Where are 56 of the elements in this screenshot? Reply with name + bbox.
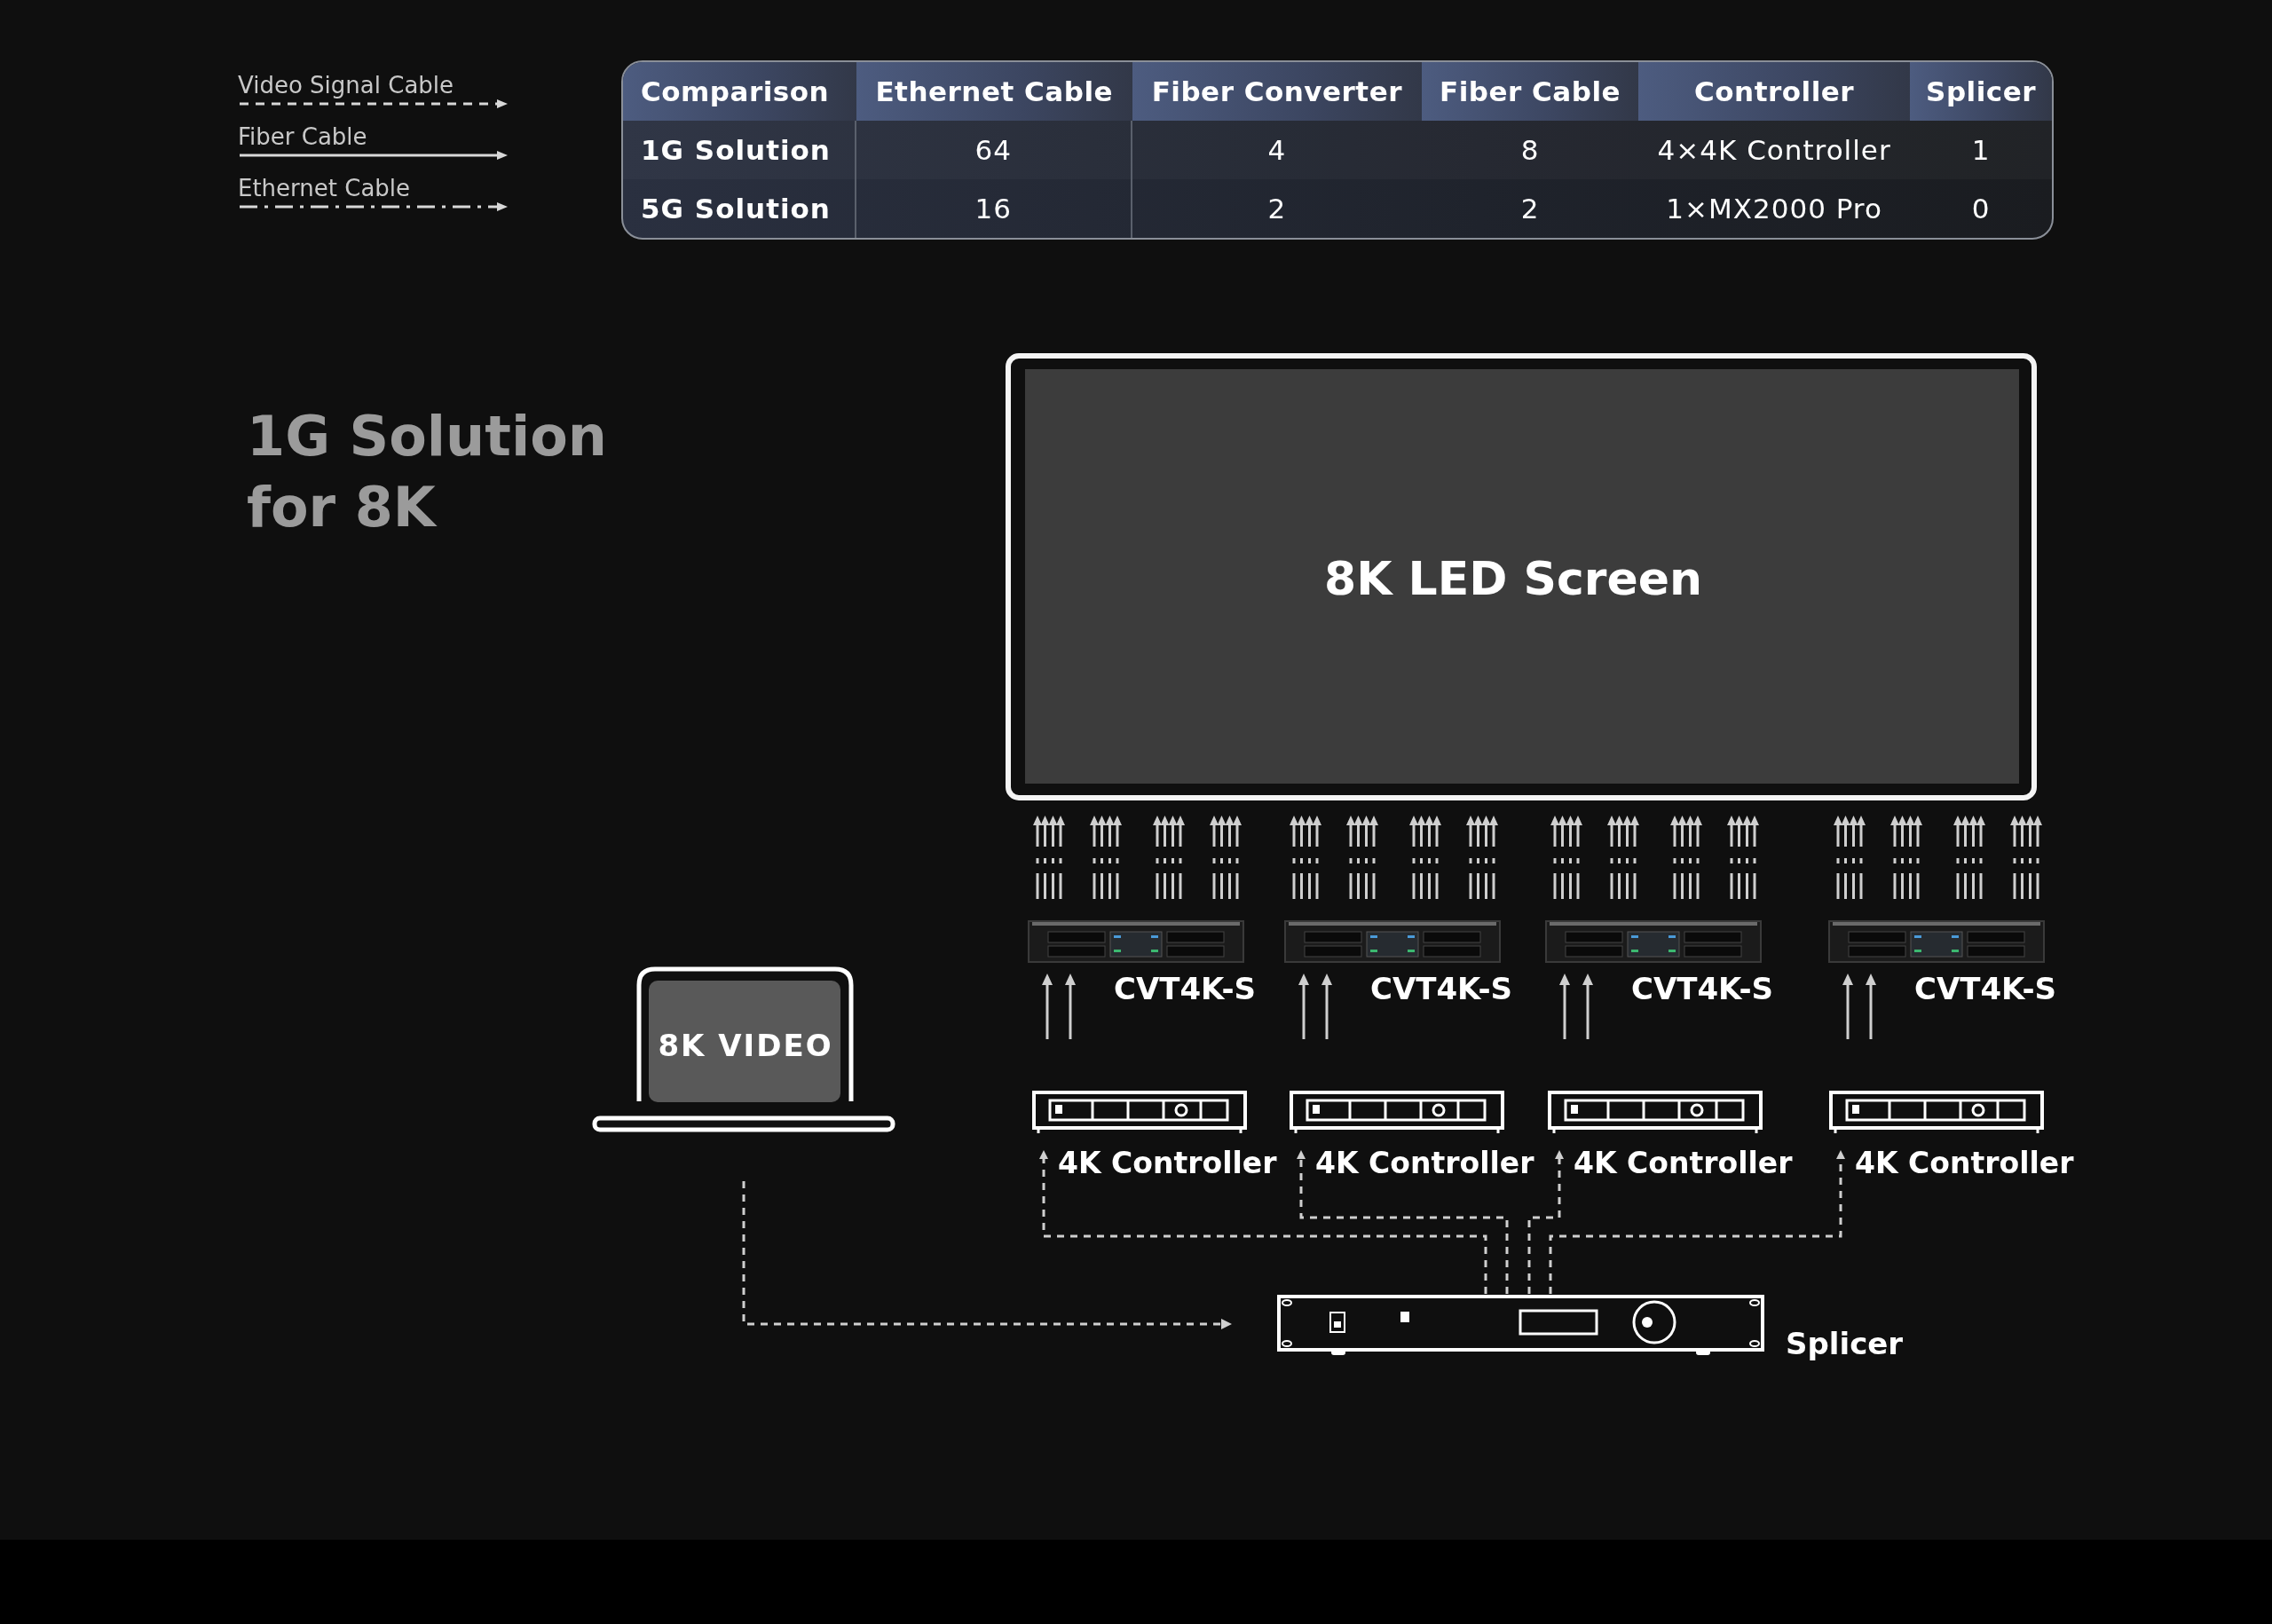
device-label: CVT4K-S bbox=[1370, 971, 1513, 1006]
legend-label: Fiber Cable bbox=[238, 124, 368, 149]
arrow-pair-icon bbox=[1298, 974, 1332, 1039]
arrow-bundle-icon bbox=[1409, 816, 1441, 899]
arrow-bundle-icon bbox=[1550, 816, 1582, 899]
arrow-bundle-icon bbox=[1727, 816, 1759, 899]
device-label: CVT4K-S bbox=[1631, 971, 1774, 1006]
table-cell-text: 2 bbox=[1519, 192, 1541, 226]
table-cell: 4×4K Controller bbox=[1638, 121, 1911, 179]
screen-label: 8K LED Screen bbox=[1324, 552, 1702, 605]
table-cell: 4 bbox=[1132, 121, 1422, 179]
table-cell: 16 bbox=[856, 179, 1132, 238]
table-cell: 5G Solution bbox=[623, 179, 856, 238]
arrow-bundle-icon bbox=[1890, 816, 1922, 899]
table-cell-text: 2 bbox=[1266, 192, 1288, 226]
arrow-bundle-icon bbox=[1670, 816, 1702, 899]
device-label: 4K Controller bbox=[1315, 1146, 1534, 1180]
arrow-bundle-icon bbox=[1210, 816, 1242, 899]
dashed-arrow-icon bbox=[238, 98, 508, 110]
arrow-bundle-icon bbox=[2010, 816, 2042, 899]
table-cell-text: 1×MX2000 Pro bbox=[1665, 192, 1883, 226]
device-label: CVT4K-S bbox=[1114, 971, 1257, 1006]
device-label: 4K Controller bbox=[1058, 1146, 1277, 1180]
device-label: 4K Controller bbox=[1574, 1146, 1793, 1180]
device-label: 4K Controller bbox=[1855, 1146, 2074, 1180]
column-header: Splicer bbox=[1910, 62, 2052, 121]
legend-label: Video Signal Cable bbox=[238, 73, 455, 98]
arrow-bundle-icon bbox=[1834, 816, 1866, 899]
arrow-bundle-icon bbox=[1607, 816, 1639, 899]
legend-label: Ethernet Cable bbox=[238, 176, 412, 201]
device-label: CVT4K-S bbox=[1914, 971, 2057, 1006]
table-cell: 1G Solution bbox=[623, 121, 856, 179]
arrow-pair-icon bbox=[1842, 974, 1876, 1039]
table-cell-text: 0 bbox=[1970, 192, 1992, 226]
arrow-bundle-icon bbox=[1153, 816, 1185, 899]
dash-dot-arrow-icon bbox=[238, 201, 508, 213]
column-header: Fiber Cable bbox=[1422, 62, 1639, 121]
arrow-bundle-icon bbox=[1033, 816, 1065, 899]
arrow-bundle-icon bbox=[1953, 816, 1985, 899]
column-header: Fiber Converter bbox=[1132, 62, 1422, 121]
column-header: Controller bbox=[1638, 62, 1911, 121]
solid-arrow-icon bbox=[238, 149, 508, 162]
table-cell: 8 bbox=[1422, 121, 1639, 179]
laptop-label: 8K VIDEO bbox=[658, 1028, 833, 1063]
arrow-pair-icon bbox=[1042, 974, 1076, 1039]
table-cell: 1 bbox=[1910, 121, 2052, 179]
column-header: Comparison bbox=[623, 62, 856, 121]
arrow-bundle-icon bbox=[1346, 816, 1378, 899]
table-cell: 64 bbox=[856, 121, 1132, 179]
column-header: Ethernet Cable bbox=[856, 62, 1132, 121]
device-label: Splicer bbox=[1786, 1326, 1904, 1361]
arrow-bundle-icon bbox=[1090, 816, 1122, 899]
diagram-title: 1G Solution for 8K bbox=[247, 403, 608, 541]
arrow-bundle-icon bbox=[1290, 816, 1321, 899]
arrow-bundle-icon bbox=[1466, 816, 1498, 899]
arrow-pair-icon bbox=[1559, 974, 1593, 1039]
